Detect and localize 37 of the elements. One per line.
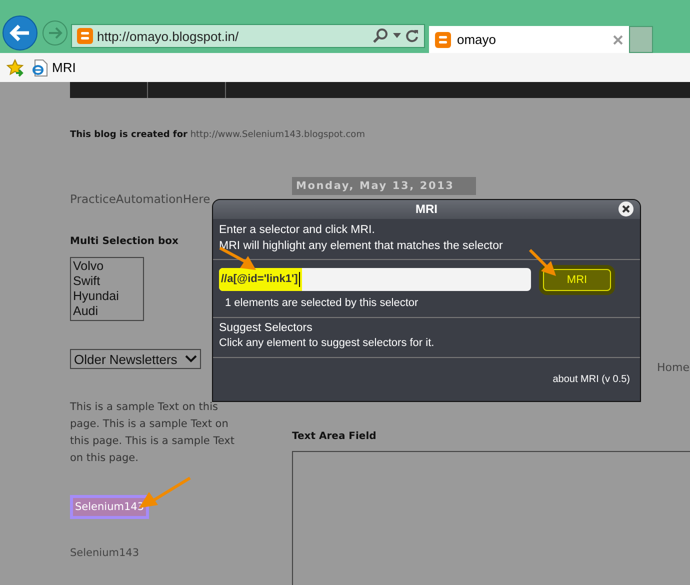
list-option[interactable]: Hyundai <box>73 289 143 304</box>
match-count-text: 1 elements are selected by this selector <box>213 295 640 318</box>
url-text: http://omayo.blogspot.in/ <box>97 28 240 44</box>
refresh-icon[interactable] <box>405 29 419 43</box>
date-header: Monday, May 13, 2013 <box>292 177 476 195</box>
favorites-star-icon[interactable] <box>6 58 24 76</box>
home-link[interactable]: Home <box>657 361 690 374</box>
browser-tab[interactable]: omayo <box>429 26 629 53</box>
instruction-text: MRI will highlight any element that matches the selector <box>219 239 504 254</box>
blogger-icon <box>77 28 93 44</box>
multi-select-label: Multi Selection box <box>70 236 178 247</box>
sample-paragraph: This is a sample Text on this page. This is a sample Text on this page. This is a sample Text on this page. <box>70 400 236 466</box>
text-area-label: Text Area Field <box>292 431 378 442</box>
multi-select-list[interactable]: Volvo Swift Hyundai Audi <box>70 257 144 321</box>
blog-title: PracticeAutomationHere <box>70 192 212 206</box>
blog-description: This blog is created for http://www.Selenium143.blogspot.com <box>70 130 366 140</box>
selector-input-field[interactable]: //a[@id='link1'] <box>219 268 531 291</box>
blogger-icon <box>435 32 451 48</box>
annotation-arrow <box>528 248 558 278</box>
suggest-heading: Suggest Selectors <box>219 321 314 336</box>
dialog-title: MRI <box>416 202 438 216</box>
instruction-text: Enter a selector and click MRI. <box>219 223 376 238</box>
list-option[interactable]: Volvo <box>73 259 143 274</box>
favorites-link[interactable]: MRI <box>32 58 76 76</box>
close-icon[interactable] <box>618 201 634 217</box>
list-option[interactable]: Swift <box>73 274 143 289</box>
selenium-link[interactable]: Selenium143 <box>70 547 139 559</box>
about-link[interactable]: about MRI (v 0.5) <box>552 374 630 385</box>
page-icon <box>32 58 48 76</box>
list-option[interactable]: Audi <box>73 304 143 319</box>
newsletter-dropdown[interactable]: Older Newsletters <box>70 349 201 369</box>
address-bar[interactable]: http://omayo.blogspot.in/ <box>71 24 425 48</box>
search-icon[interactable] <box>373 28 389 44</box>
dropdown-icon[interactable] <box>393 33 401 39</box>
suggest-hint: Click any element to suggest selectors for it. <box>219 336 436 351</box>
chevron-down-icon <box>185 355 197 363</box>
back-button[interactable] <box>2 15 38 51</box>
